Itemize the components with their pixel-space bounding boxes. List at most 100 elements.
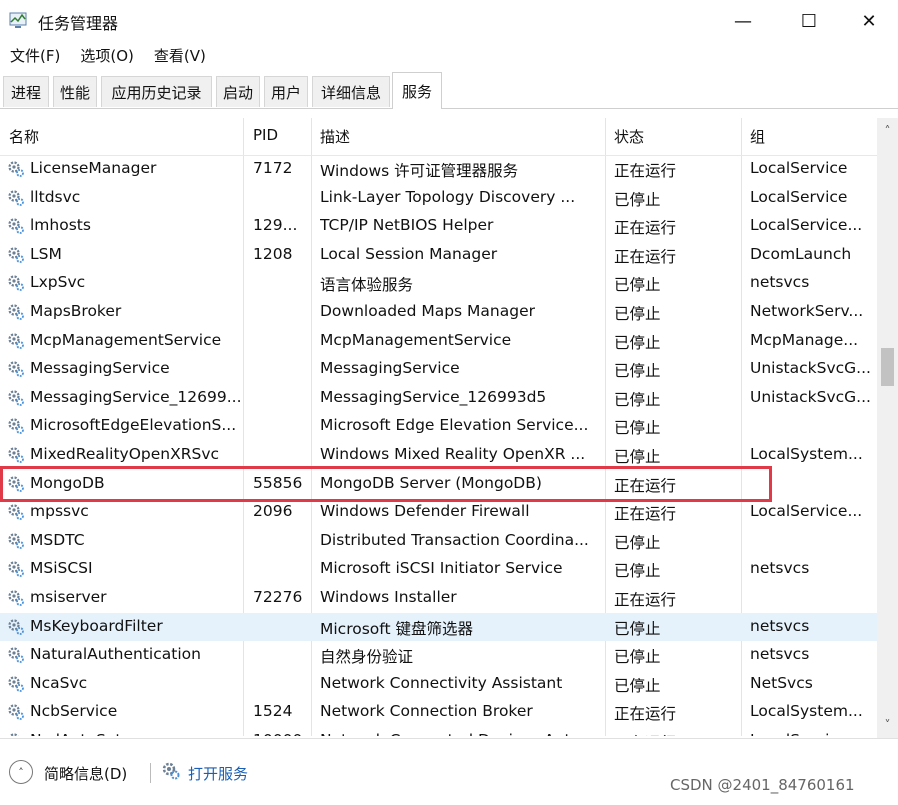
- service-gear-icon: [8, 704, 24, 721]
- table-row[interactable]: MicrosoftEdgeElevationS... Microsoft Edge…: [0, 412, 877, 441]
- table-body: LicenseManager 7172 Windows 许可证管理器服务 正在运行 Lo…: [0, 155, 877, 736]
- service-gear-icon: [8, 533, 24, 549]
- service-group: LocalService...: [750, 502, 863, 521]
- menu-file[interactable]: 文件(F): [0, 42, 70, 70]
- service-status: 已停止: [614, 648, 661, 667]
- tab-performance[interactable]: 性能: [53, 76, 97, 107]
- table-row[interactable]: MessagingService_12699... MessagingServic…: [0, 384, 877, 413]
- service-gear-icon: [8, 161, 24, 177]
- service-group: LocalService: [750, 187, 848, 206]
- services-gear-icon: [162, 762, 180, 780]
- service-status: 已停止: [614, 362, 661, 381]
- service-gear-icon: [8, 447, 24, 463]
- scroll-down-icon[interactable]: ˅: [877, 718, 898, 732]
- service-description: Microsoft Edge Elevation Service...: [320, 416, 589, 435]
- tab-users[interactable]: 用户: [264, 76, 308, 107]
- service-group: LocalSystem...: [750, 702, 863, 721]
- service-description: Downloaded Maps Manager: [320, 301, 536, 320]
- table-row[interactable]: NaturalAuthentication 自然身份验证 已停止 netsvcs: [0, 641, 877, 670]
- service-group: netsvcs: [750, 559, 810, 578]
- service-group: DcomLaunch: [750, 244, 852, 263]
- watermark: CSDN @2401_84760161: [670, 776, 855, 794]
- service-status: 已停止: [614, 619, 661, 638]
- column-header-group[interactable]: 组: [750, 126, 765, 147]
- menu-view[interactable]: 查看(V): [144, 42, 216, 70]
- service-name: MessagingService: [30, 359, 170, 378]
- table-row[interactable]: MsKeyboardFilter Microsoft 键盘筛选器 已停止 netsvc…: [0, 612, 877, 642]
- tab-startup[interactable]: 启动: [216, 76, 260, 107]
- table-row[interactable]: NcdAutoSetup 10000 Network Connected Devic…: [0, 727, 877, 736]
- service-gear-icon: [8, 618, 24, 635]
- service-description: Microsoft iSCSI Initiator Service: [320, 559, 563, 578]
- column-header-pid[interactable]: PID: [253, 126, 278, 144]
- service-status: 正在运行: [614, 590, 677, 609]
- table-row[interactable]: NcbService 1524 Network Connection Broker 正…: [0, 698, 877, 727]
- service-name: MsKeyboardFilter: [30, 616, 163, 635]
- open-services-link[interactable]: 打开服务: [188, 763, 248, 784]
- maximize-button[interactable]: ☐: [786, 6, 832, 36]
- fewer-details-link[interactable]: 简略信息(D): [44, 763, 127, 784]
- tab-processes[interactable]: 进程: [3, 76, 49, 107]
- service-name: msiserver: [30, 587, 107, 606]
- close-button[interactable]: ✕: [846, 6, 892, 36]
- service-pid: 129...: [253, 216, 298, 235]
- service-name: MSiSCSI: [30, 559, 93, 578]
- table-row[interactable]: mpssvc 2096 Windows Defender Firewall 正在运行 L…: [0, 498, 877, 527]
- column-header-description[interactable]: 描述: [320, 126, 350, 147]
- service-group: netsvcs: [750, 273, 810, 292]
- tab-details[interactable]: 详细信息: [312, 76, 390, 107]
- service-group: LocalService...: [750, 216, 863, 235]
- table-row[interactable]: LSM 1208 Local Session Manager 正在运行 DcomLaun…: [0, 241, 877, 270]
- service-name: LicenseManager: [30, 159, 157, 177]
- sort-ascending-icon: ˄: [116, 118, 122, 128]
- table-row[interactable]: McpManagementService McpManagementService…: [0, 327, 877, 356]
- table-row[interactable]: lmhosts 129... TCP/IP NetBIOS Helper 正在运行 Lo…: [0, 212, 877, 241]
- service-status: 已停止: [614, 276, 661, 295]
- table-row[interactable]: msiserver 72276 Windows Installer 正在运行: [0, 584, 877, 613]
- service-gear-icon: [8, 590, 24, 606]
- highlight-box: [0, 465, 772, 502]
- vertical-scrollbar[interactable]: ˄ ˅: [877, 118, 898, 738]
- service-gear-icon: [8, 647, 24, 663]
- column-header-status[interactable]: 状态: [614, 126, 644, 147]
- service-description: Network Connected Devices Aut...: [320, 731, 605, 736]
- service-group: LocalSystem...: [750, 444, 863, 463]
- service-gear-icon: [8, 332, 24, 349]
- service-pid: 2096: [253, 502, 293, 521]
- table-row[interactable]: MSiSCSI Microsoft iSCSI Initiator Service…: [0, 555, 877, 584]
- tab-app-history[interactable]: 应用历史记录: [101, 76, 212, 107]
- table-row[interactable]: LxpSvc 语言体验服务 已停止 netsvcs: [0, 269, 877, 298]
- service-status: 已停止: [614, 562, 661, 581]
- minimize-button[interactable]: —: [720, 6, 766, 36]
- menu-options[interactable]: 选项(O): [70, 42, 144, 70]
- scrollbar-thumb[interactable]: [881, 348, 894, 386]
- menu-bar: 文件(F) 选项(O) 查看(V): [0, 42, 216, 70]
- table-row[interactable]: MSDTC Distributed Transaction Coordina...…: [0, 527, 877, 556]
- column-header-name[interactable]: 名称: [9, 126, 39, 147]
- service-name: MessagingService_12699...: [30, 387, 240, 406]
- service-name: MicrosoftEdgeElevationS...: [30, 416, 237, 435]
- window-title: 任务管理器: [38, 14, 119, 33]
- table-row[interactable]: MapsBroker Downloaded Maps Manager 已停止 Netw…: [0, 298, 877, 327]
- table-row[interactable]: NcaSvc Network Connectivity Assistant 已停止 N…: [0, 670, 877, 699]
- service-status: 已停止: [614, 419, 661, 438]
- maximize-icon: ☐: [800, 10, 818, 32]
- service-name: NcdAutoSetup: [30, 731, 240, 736]
- service-description: Network Connection Broker: [320, 702, 533, 721]
- service-status: 已停止: [614, 304, 661, 323]
- service-name: NaturalAuthentication: [30, 645, 201, 664]
- table-row[interactable]: lltdsvc Link-Layer Topology Discovery ...…: [0, 184, 877, 213]
- services-table: ˄ 名称 PID 描述 状态 组 LicenseManager 7172 Windo…: [0, 118, 877, 736]
- service-name: NcaSvc: [30, 673, 88, 692]
- service-description: Windows 许可证管理器服务: [320, 162, 519, 180]
- tab-services[interactable]: 服务: [392, 72, 442, 109]
- table-row[interactable]: LicenseManager 7172 Windows 许可证管理器服务 正在运行 Lo…: [0, 155, 877, 184]
- service-description: Windows Mixed Reality OpenXR ...: [320, 444, 586, 463]
- footer: ˄ 简略信息(D) 打开服务: [0, 738, 898, 805]
- service-group: netsvcs: [750, 616, 810, 635]
- table-row[interactable]: MessagingService MessagingService 已停止 Unist…: [0, 355, 877, 384]
- service-group: netsvcs: [750, 645, 810, 664]
- fewer-details-icon[interactable]: ˄: [9, 760, 33, 784]
- scroll-up-icon[interactable]: ˄: [877, 124, 898, 138]
- service-group: NetSvcs: [750, 673, 813, 692]
